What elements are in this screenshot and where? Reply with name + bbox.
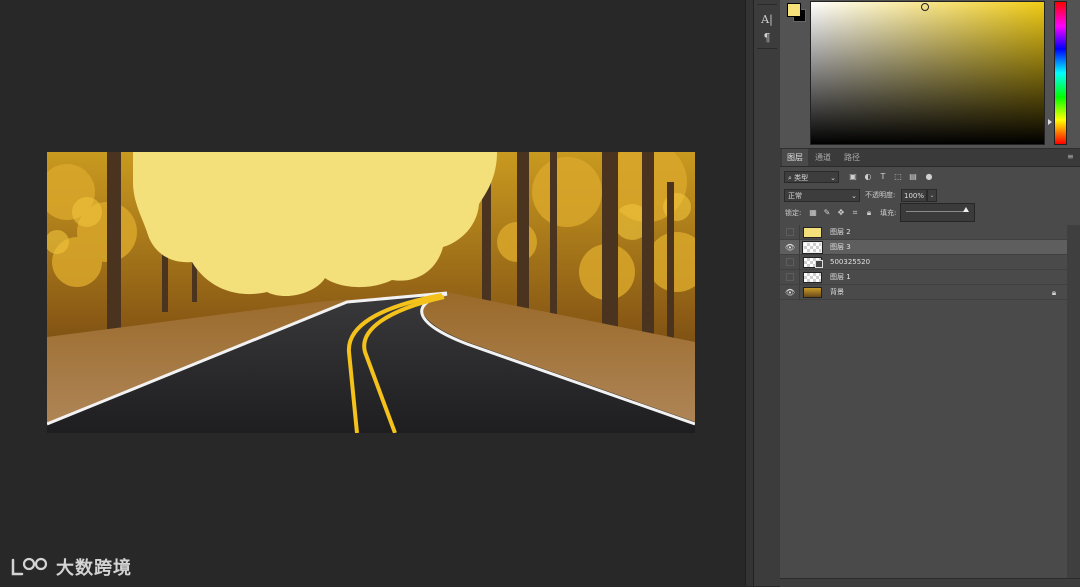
layer-name[interactable]: 背景 (830, 285, 844, 300)
layer-filter-select[interactable]: ⌕ 类型 ⌄ (784, 171, 839, 183)
layer-name[interactable]: 图层 1 (830, 270, 851, 285)
lock-label: 锁定: (785, 209, 802, 217)
fill-label: 填充: (880, 209, 897, 217)
lock-move-icon[interactable]: ✥ (836, 208, 846, 218)
blend-mode-select[interactable]: 正常 ⌄ (784, 189, 860, 202)
filter-toggle-icon[interactable]: ● (924, 172, 934, 182)
layer-thumbnail (802, 241, 823, 254)
tool-strip: A| ¶ (753, 0, 781, 586)
visibility-toggle-off[interactable] (786, 273, 794, 281)
visibility-toggle-off[interactable] (786, 258, 794, 266)
layer-thumbnail (803, 227, 822, 238)
layers-panel: 图层 通道 路径 ≡ ⌕ 类型 ⌄ ▣ ◐ T ⬚ ▤ ● 正常 ⌄ 不透明度: 1… (780, 149, 1080, 587)
row-divider (799, 225, 800, 240)
lock-artboard-icon[interactable]: ⌗ (850, 208, 860, 218)
tab-paths[interactable]: 路径 (839, 149, 865, 166)
blend-row: 正常 ⌄ 不透明度: 100% ⌄ (782, 189, 1078, 204)
eye-icon[interactable]: 👁︎ (784, 242, 796, 253)
chevron-down-icon: ⌄ (851, 192, 857, 200)
layer-row[interactable]: 图层 1 (780, 270, 1067, 285)
row-divider (799, 285, 800, 300)
fill-slider-track[interactable] (906, 211, 968, 212)
tab-channels[interactable]: 通道 (810, 149, 836, 166)
tool-separator (757, 48, 777, 49)
filter-select-label: 类型 (794, 174, 809, 182)
lock-brush-icon[interactable]: ✎ (822, 208, 832, 218)
row-divider (799, 255, 800, 270)
layer-name[interactable]: 图层 2 (830, 225, 851, 240)
watermark-logo-icon (11, 557, 48, 576)
panel-tabs: 图层 通道 路径 ≡ (780, 149, 1080, 167)
foreground-color-swatch[interactable] (787, 3, 801, 17)
filter-pixel-icon[interactable]: ▣ (848, 172, 858, 182)
filter-type-icon[interactable]: T (878, 172, 888, 182)
opacity-label: 不透明度: (865, 191, 896, 199)
tool-separator (757, 4, 777, 5)
hue-slider-marker[interactable] (1048, 119, 1052, 125)
paragraph-icon[interactable]: ¶ (754, 29, 780, 45)
layer-row[interactable]: 500325520 (780, 255, 1067, 270)
visibility-toggle-off[interactable] (786, 228, 794, 236)
panel-menu-icon[interactable]: ≡ (1067, 153, 1074, 161)
color-panel (780, 0, 1080, 149)
fill-slider-knob[interactable] (963, 207, 969, 212)
layer-thumbnail (803, 287, 822, 298)
layer-list-scrollbar[interactable] (1067, 225, 1080, 578)
row-divider (799, 240, 800, 255)
layer-filter-row: ⌕ 类型 ⌄ ▣ ◐ T ⬚ ▤ ● (782, 170, 1078, 186)
eye-icon[interactable]: 👁︎ (784, 287, 796, 298)
canvas-image (47, 152, 695, 433)
lock-all-icon[interactable]: 🔒︎ (864, 208, 874, 218)
right-panel: 图层 通道 路径 ≡ ⌕ 类型 ⌄ ▣ ◐ T ⬚ ▤ ● 正常 ⌄ 不透明度: 1… (780, 0, 1080, 587)
opacity-dropdown-icon[interactable]: ⌄ (927, 189, 937, 202)
type-tool-icon[interactable]: A| (754, 11, 780, 27)
layer-row[interactable]: 图层 2 (780, 225, 1067, 240)
lock-transparent-icon[interactable]: ▦ (808, 208, 818, 218)
tab-layers[interactable]: 图层 (782, 149, 808, 166)
layer-name[interactable]: 图层 3 (830, 240, 851, 255)
filter-shape-icon[interactable]: ⬚ (893, 172, 903, 182)
filter-adjustment-icon[interactable]: ◐ (863, 172, 873, 182)
layer-name[interactable]: 500325520 (830, 255, 870, 270)
color-picker-marker[interactable] (921, 3, 929, 11)
layer-thumbnail (803, 272, 822, 283)
document-workspace: 大数跨境 (0, 0, 745, 586)
layer-row[interactable]: 👁︎ 背景 🔒︎ (780, 285, 1067, 300)
row-divider (799, 270, 800, 285)
chevron-down-icon: ⌄ (830, 174, 836, 182)
opacity-input[interactable]: 100% (901, 189, 927, 202)
smart-object-badge-icon (815, 260, 823, 268)
layer-row-selected[interactable]: 👁︎ 图层 3 (780, 240, 1067, 255)
watermark-text: 大数跨境 (56, 558, 132, 579)
hue-slider[interactable] (1054, 1, 1067, 145)
watermark: 大数跨境 (10, 552, 132, 582)
fill-slider-popup[interactable] (900, 203, 975, 222)
lock-icon: 🔒︎ (1051, 288, 1057, 297)
blend-mode-value: 正常 (788, 192, 802, 200)
color-picker-field[interactable] (810, 1, 1045, 145)
filter-smart-object-icon[interactable]: ▤ (908, 172, 918, 182)
document-canvas[interactable] (47, 152, 695, 433)
lock-row: 锁定: ▦ ✎ ✥ ⌗ 🔒︎ 填充: (782, 203, 1078, 222)
